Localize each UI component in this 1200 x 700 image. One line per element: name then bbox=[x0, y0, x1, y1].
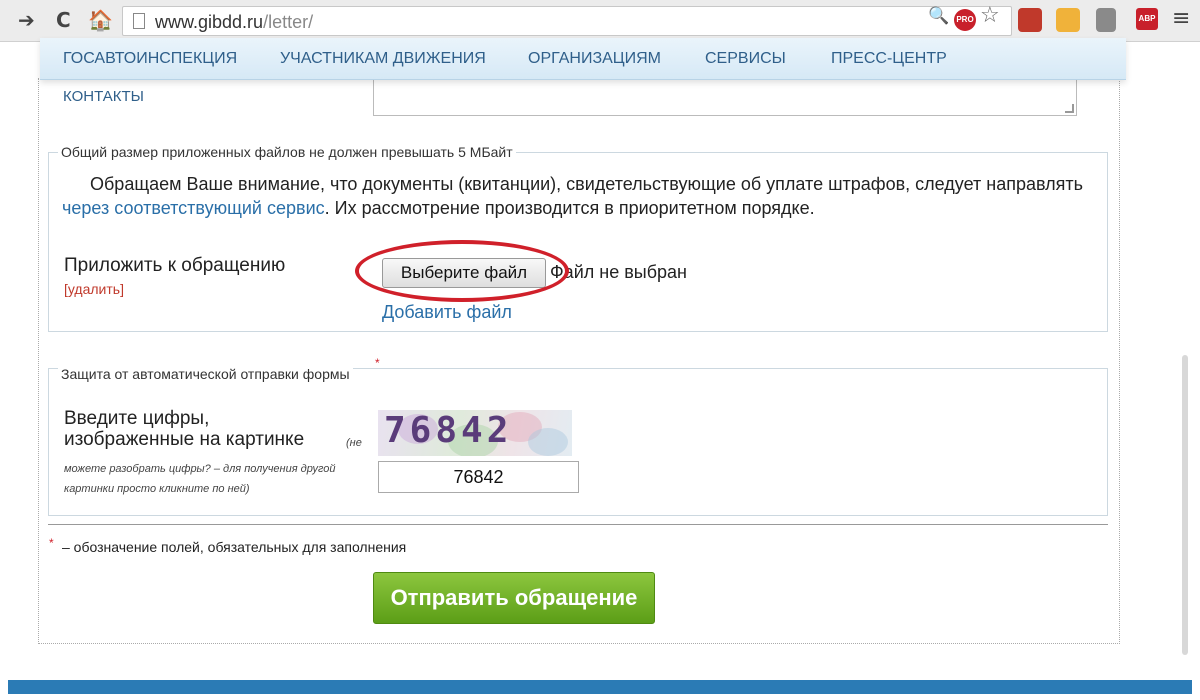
main-menu: ГОСАВТОИНСПЕКЦИЯ УЧАСТНИКАМ ДВИЖЕНИЯ ОРГ… bbox=[40, 38, 1126, 80]
captcha-legend: Защита от автоматической отправки формы bbox=[58, 366, 353, 382]
captcha-image[interactable]: 76842 bbox=[378, 410, 572, 456]
captcha-hint-inline: (не bbox=[346, 437, 362, 449]
menu-item-servisy[interactable]: СЕРВИСЫ bbox=[705, 50, 786, 68]
menu-item-organizatsiyam[interactable]: ОРГАНИЗАЦИЯМ bbox=[528, 50, 661, 68]
captcha-required-star: * bbox=[375, 356, 380, 370]
attach-label: Приложить к обращению bbox=[64, 255, 286, 276]
message-textarea[interactable] bbox=[373, 78, 1077, 116]
site-footer-bar bbox=[8, 680, 1192, 694]
page-scrollbar[interactable] bbox=[1182, 355, 1188, 655]
captcha-hint: можете разобрать цифры? – для получения … bbox=[64, 463, 336, 495]
page-icon bbox=[133, 13, 145, 29]
captcha-input[interactable] bbox=[378, 461, 579, 493]
file-status-text: Файл не выбран bbox=[550, 262, 687, 282]
bookmark-star-icon[interactable]: ☆ bbox=[980, 3, 1000, 28]
back-arrow-icon[interactable]: ➔ bbox=[18, 9, 35, 31]
add-file-link[interactable]: Добавить файл bbox=[382, 302, 512, 323]
submit-request-button[interactable]: Отправить обращение bbox=[373, 572, 655, 624]
captcha-digits: 76842 bbox=[384, 410, 513, 451]
zoom-icon[interactable]: 🔍 bbox=[928, 6, 949, 26]
payment-notice: Обращаем Ваше внимание, что документы (к… bbox=[62, 174, 1083, 218]
attachments-legend: Общий размер приложенных файлов не долже… bbox=[58, 144, 516, 160]
captcha-label: Введите цифры, изображенные на картинке bbox=[64, 408, 305, 450]
delete-attachment-link[interactable]: [удалить] bbox=[64, 281, 124, 297]
highlight-ellipse bbox=[355, 240, 569, 302]
browser-menu-icon[interactable]: ≡ bbox=[1172, 6, 1190, 31]
menu-item-kontakty[interactable]: КОНТАКТЫ bbox=[63, 88, 144, 105]
menu-item-press-tsentr[interactable]: ПРЕСС-ЦЕНТР bbox=[831, 50, 947, 68]
home-icon[interactable]: 🏠 bbox=[88, 9, 113, 31]
pro-extension-icon[interactable]: PRO bbox=[954, 9, 976, 31]
address-bar[interactable]: www.gibdd.ru/letter/ bbox=[122, 6, 1012, 36]
reload-icon[interactable]: C bbox=[56, 9, 71, 31]
menu-item-gosavtoinspektsiya[interactable]: ГОСАВТОИНСПЕКЦИЯ bbox=[63, 50, 237, 68]
payment-service-link[interactable]: через соответствующий сервис bbox=[62, 198, 325, 218]
extension-download-icon[interactable] bbox=[1096, 8, 1116, 32]
menu-item-uchastnikam[interactable]: УЧАСТНИКАМ ДВИЖЕНИЯ bbox=[280, 50, 486, 68]
resize-grip-icon[interactable] bbox=[1065, 104, 1074, 113]
required-fields-note: * – обозначение полей, обязательных для … bbox=[49, 536, 407, 555]
form-separator bbox=[48, 524, 1108, 525]
browser-toolbar: ➔ C 🏠 www.gibdd.ru/letter/ 🔍 PRO ☆ ABP ≡ bbox=[0, 0, 1200, 42]
extension-pocket-icon[interactable] bbox=[1018, 8, 1042, 32]
url-text[interactable]: www.gibdd.ru/letter/ bbox=[155, 12, 313, 33]
adblock-plus-icon[interactable]: ABP bbox=[1136, 8, 1158, 30]
extension-notes-icon[interactable] bbox=[1056, 8, 1080, 32]
